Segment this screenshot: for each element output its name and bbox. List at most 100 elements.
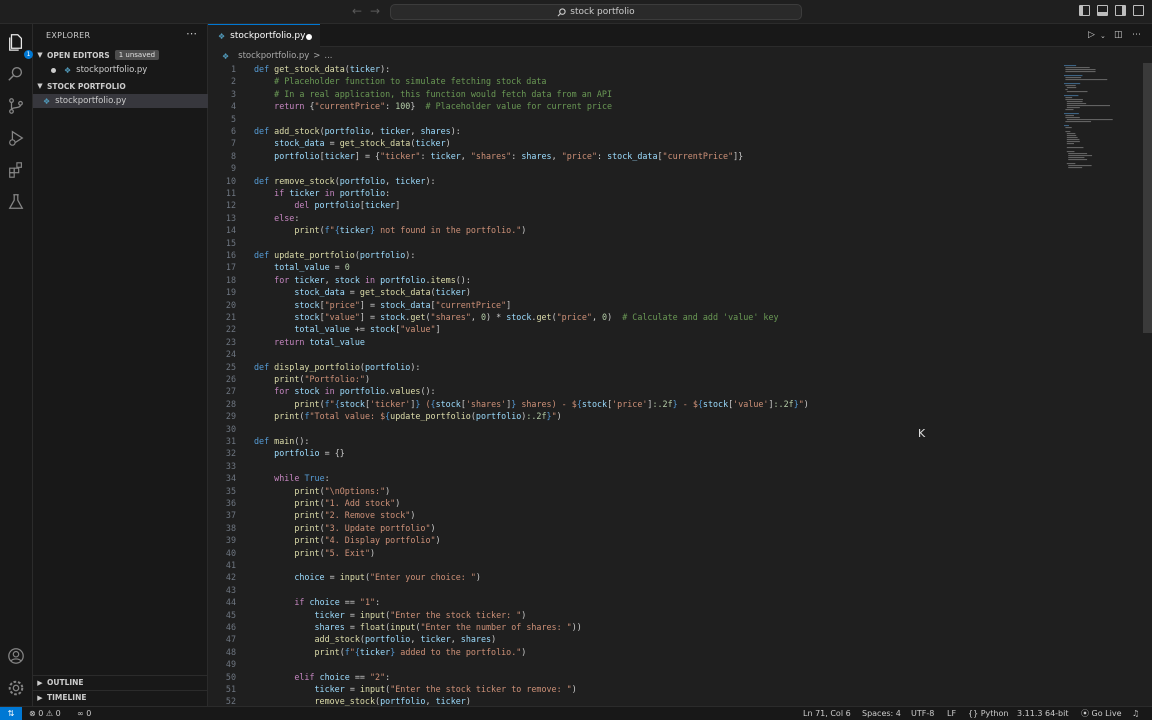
indentation[interactable]: Spaces: 4 — [862, 708, 901, 720]
code-line[interactable]: 20 stock["price"] = stock_data["currentP… — [208, 299, 511, 311]
breadcrumb-file[interactable]: stockportfolio.py — [238, 51, 309, 61]
code-line[interactable]: 49 — [208, 658, 236, 670]
arrow-right-icon[interactable]: → — [370, 3, 380, 19]
code-line[interactable]: 29 print(f"Total value: ${update_portfol… — [208, 410, 562, 422]
code-line[interactable]: 35 print("\nOptions:") — [208, 485, 390, 497]
encoding[interactable]: UTF-8 — [911, 708, 934, 720]
arrow-left-icon[interactable]: ← — [352, 3, 362, 19]
open-editor-item[interactable]: ❖ stockportfolio.py — [33, 63, 208, 77]
code-editor[interactable]: 1 def get_stock_data(ticker): 2 # Placehol… — [208, 63, 1152, 706]
tab-stockportfolio[interactable]: ❖ stockportfolio.py — [208, 24, 320, 47]
code-line[interactable]: 42 choice = input("Enter your choice: ") — [208, 571, 481, 583]
accounts-icon[interactable] — [6, 646, 26, 666]
more-actions-icon[interactable]: ⋯ — [186, 27, 197, 40]
source-control-icon[interactable] — [6, 96, 26, 116]
code-line[interactable]: 5 — [208, 113, 236, 125]
more-actions-icon[interactable]: ⋯ — [1132, 30, 1141, 40]
code-line[interactable]: 44 if choice == "1": — [208, 596, 380, 608]
code-line[interactable]: 37 print("2. Remove stock") — [208, 509, 415, 521]
code-line[interactable]: 40 print("5. Exit") — [208, 547, 375, 559]
toggle-primary-sidebar-icon[interactable] — [1079, 5, 1090, 16]
remote-icon[interactable]: ⇅ — [0, 707, 22, 720]
timeline-section[interactable]: ▶ TIMELINE — [33, 690, 208, 704]
code-line[interactable]: 33 — [208, 460, 236, 472]
code-line[interactable]: 24 — [208, 348, 236, 360]
cursor-position[interactable]: Ln 71, Col 6 — [803, 708, 851, 720]
code-line[interactable]: 6 def add_stock(portfolio, ticker, shares… — [208, 125, 461, 137]
outline-section[interactable]: ▶ OUTLINE — [33, 675, 208, 689]
code-line[interactable]: 9 — [208, 162, 236, 174]
testing-icon[interactable] — [6, 192, 26, 212]
code-line[interactable]: 28 print(f"{stock['ticker']} ({stock['sh… — [208, 398, 809, 410]
code-line[interactable]: 50 elif choice == "2": — [208, 671, 390, 683]
code-line[interactable]: 39 print("4. Display portfolio") — [208, 534, 441, 546]
open-editors-section[interactable]: ▼ OPEN EDITORS 1 unsaved — [33, 48, 208, 62]
editor-scrollbar[interactable] — [1143, 63, 1152, 333]
code-line[interactable]: 19 stock_data = get_stock_data(ticker) — [208, 286, 471, 298]
code-line[interactable]: 26 print("Portfolio:") — [208, 373, 370, 385]
code-line[interactable]: 15 — [208, 237, 236, 249]
code-line[interactable]: 43 — [208, 584, 236, 596]
code-line[interactable]: 25 def display_portfolio(portfolio): — [208, 361, 421, 373]
code-line[interactable]: 17 total_value = 0 — [208, 261, 350, 273]
python-interpreter[interactable]: 3.11.3 64-bit — [1017, 708, 1069, 720]
code-line[interactable]: 3 # In a real application, this function… — [208, 88, 612, 100]
ports-status[interactable]: ∞ 0 — [77, 708, 91, 720]
code-line[interactable]: 38 print("3. Update portfolio") — [208, 522, 436, 534]
code-line[interactable]: 51 ticker = input("Enter the stock ticke… — [208, 683, 577, 695]
code-line[interactable]: 32 portfolio = {} — [208, 447, 345, 459]
line-ending[interactable]: LF — [947, 708, 956, 720]
command-center-search[interactable]: stock portfolio — [390, 4, 802, 20]
minimap[interactable] — [1060, 63, 1140, 173]
go-live-button[interactable]: ⦿ Go Live — [1081, 708, 1122, 720]
code-line[interactable]: 45 ticker = input("Enter the stock ticke… — [208, 609, 526, 621]
unsaved-dot-icon[interactable] — [51, 67, 56, 73]
code-line[interactable]: 46 shares = float(input("Enter the numbe… — [208, 621, 582, 633]
gear-icon[interactable] — [6, 678, 26, 698]
code-line[interactable]: 52 remove_stock(portfolio, ticker) — [208, 695, 471, 706]
file-tree-item[interactable]: ❖ stockportfolio.py — [33, 94, 208, 108]
run-and-debug-icon[interactable] — [6, 128, 26, 148]
code-line[interactable]: 36 print("1. Add stock") — [208, 497, 400, 509]
explorer-icon[interactable]: 1 — [6, 32, 33, 59]
code-line[interactable]: 11 if ticker in portfolio: — [208, 187, 390, 199]
chevron-down-icon[interactable]: ⌄ — [1100, 32, 1106, 40]
language-mode[interactable]: {} Python — [968, 708, 1008, 720]
minimap-line — [1068, 153, 1088, 155]
code-line[interactable]: 22 total_value += stock["value"] — [208, 323, 441, 335]
code-line[interactable]: 47 add_stock(portfolio, ticker, shares) — [208, 633, 496, 645]
toggle-panel-icon[interactable] — [1097, 5, 1108, 16]
line-code: print(f"{stock['ticker']} ({stock['share… — [294, 398, 809, 409]
code-line[interactable]: 48 print(f"{ticker} added to the portfol… — [208, 646, 526, 658]
customize-layout-icon[interactable] — [1133, 5, 1144, 16]
code-line[interactable]: 34 while True: — [208, 472, 330, 484]
split-editor-icon[interactable]: ◫ — [1114, 30, 1123, 40]
code-line[interactable]: 30 — [208, 423, 236, 435]
errors-status[interactable]: ⊗ 0 ⚠ 0 — [29, 708, 61, 720]
extensions-icon[interactable] — [6, 160, 26, 180]
code-line[interactable]: 16 def update_portfolio(portfolio): — [208, 249, 415, 261]
breadcrumb-rest[interactable]: ... — [324, 51, 332, 61]
broadcast-icon: ⦿ — [1081, 709, 1089, 718]
code-line[interactable]: 1 def get_stock_data(ticker): — [208, 63, 390, 75]
code-line[interactable]: 23 return total_value — [208, 336, 365, 348]
code-line[interactable]: 8 portfolio[ticker] = {"ticker": ticker,… — [208, 150, 743, 162]
code-line[interactable]: 4 return {"currentPrice": 100} # Placeho… — [208, 100, 612, 112]
unsaved-dot-icon[interactable] — [306, 34, 312, 40]
code-line[interactable]: 27 for stock in portfolio.values(): — [208, 385, 436, 397]
search-icon[interactable] — [6, 64, 26, 84]
code-line[interactable]: 2 # Placeholder function to simulate fet… — [208, 75, 547, 87]
code-line[interactable]: 7 stock_data = get_stock_data(ticker) — [208, 137, 451, 149]
code-line[interactable]: 13 else: — [208, 212, 299, 224]
bell-icon[interactable]: ♫ — [1132, 708, 1139, 720]
folder-section[interactable]: ▼ STOCK PORTFOLIO — [33, 79, 208, 93]
code-line[interactable]: 41 — [208, 559, 236, 571]
code-line[interactable]: 10 def remove_stock(portfolio, ticker): — [208, 175, 436, 187]
code-line[interactable]: 12 del portfolio[ticker] — [208, 199, 400, 211]
run-file-icon[interactable]: ▷ — [1088, 30, 1095, 40]
code-line[interactable]: 14 print(f"{ticker} not found in the por… — [208, 224, 526, 236]
code-line[interactable]: 21 stock["value"] = stock.get("shares", … — [208, 311, 779, 323]
code-line[interactable]: 18 for ticker, stock in portfolio.items(… — [208, 274, 471, 286]
code-line[interactable]: 31 def main(): — [208, 435, 310, 447]
toggle-secondary-sidebar-icon[interactable] — [1115, 5, 1126, 16]
